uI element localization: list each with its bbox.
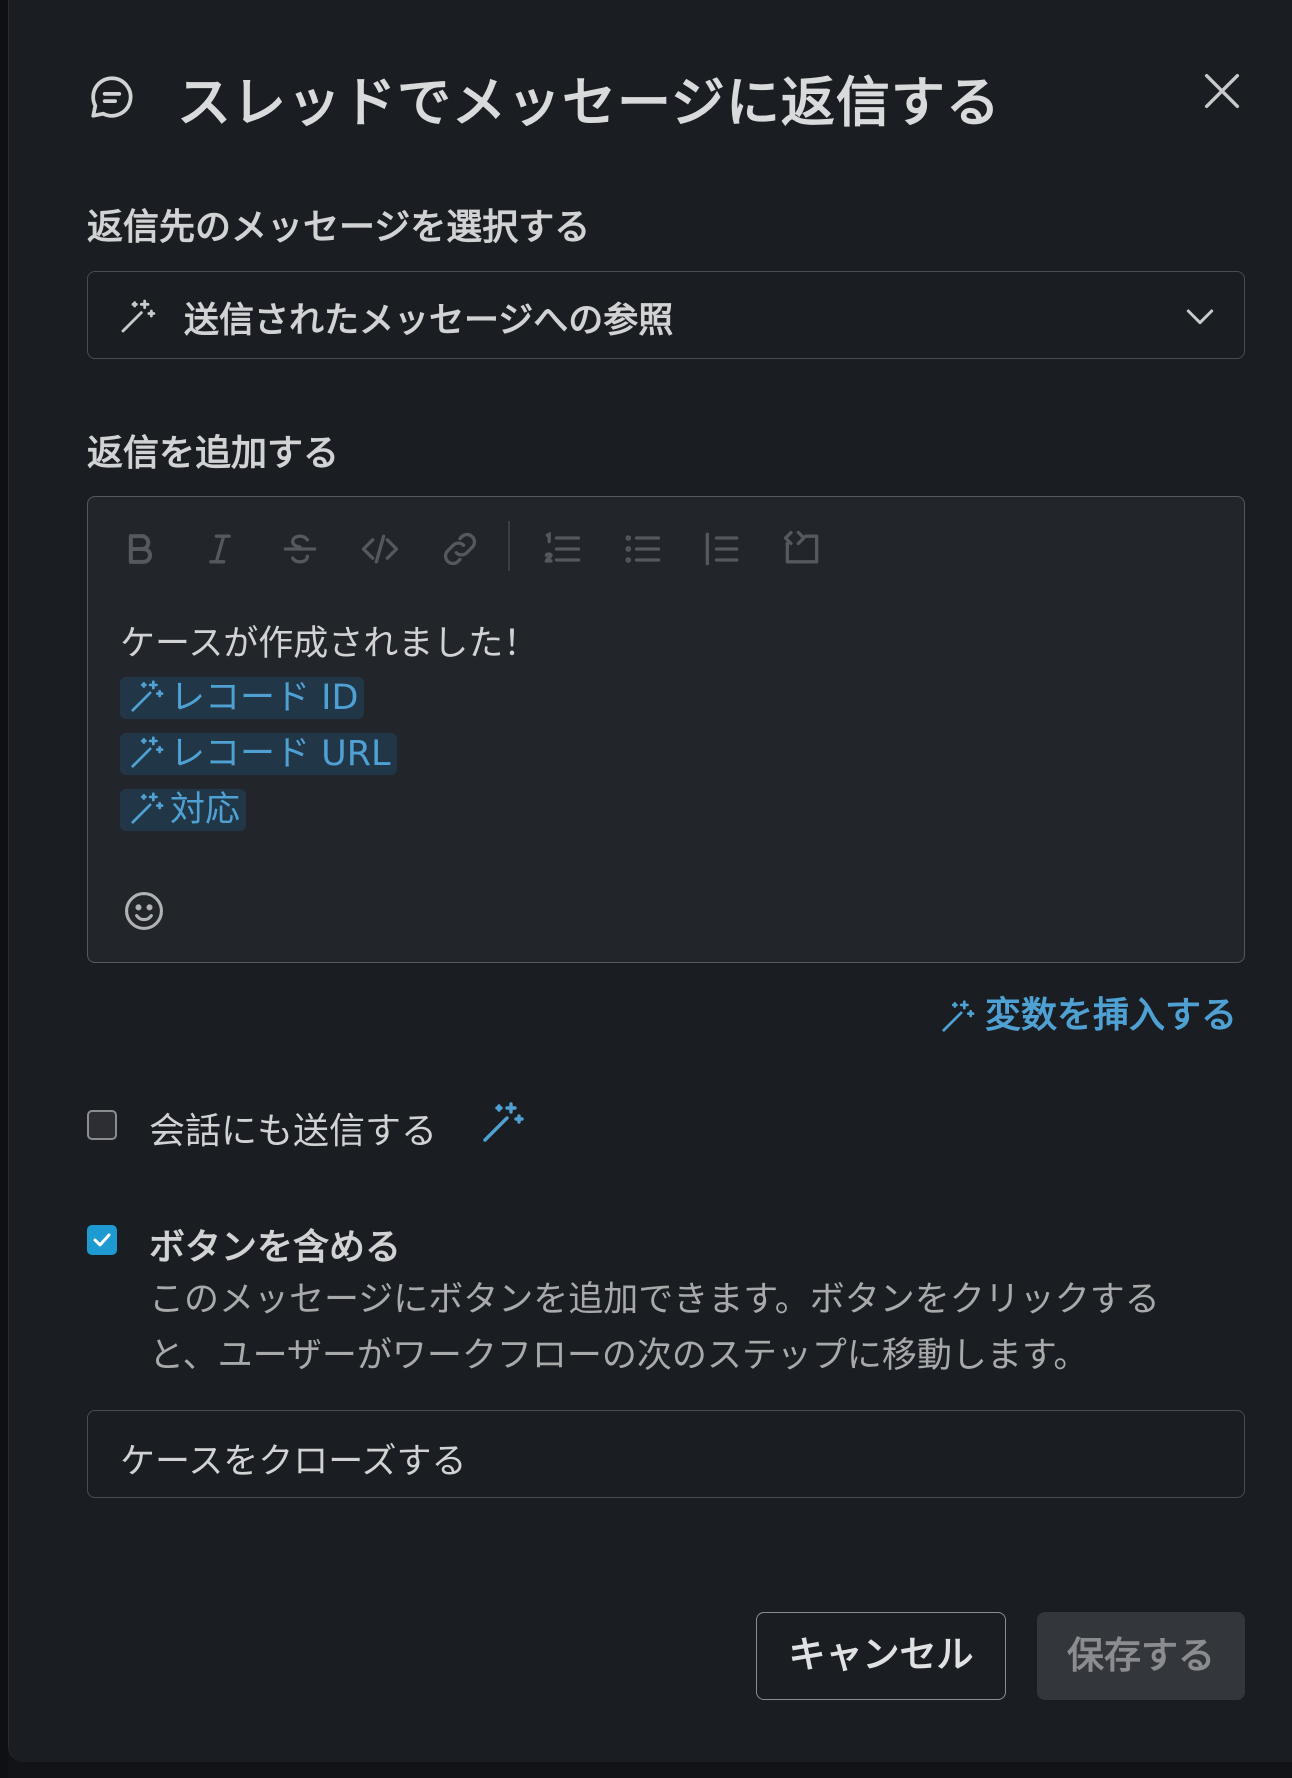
description-line: このメッセージにボタンを追加できます。ボタンをクリックする <box>149 1280 1160 1320</box>
link-icon[interactable] <box>438 527 482 571</box>
strikethrough-icon[interactable] <box>278 527 322 571</box>
save-button[interactable]: 保存する <box>1037 1612 1245 1700</box>
magic-wand-icon <box>131 680 164 712</box>
close-icon[interactable] <box>1199 68 1245 114</box>
magic-wand-icon <box>942 1000 975 1032</box>
italic-icon[interactable] <box>198 527 242 571</box>
reply-in-thread-dialog: スレッドでメッセージに返信する 返信先のメッセージを選択する 送信されたメッセー… <box>8 0 1292 1762</box>
variable-token-record-id[interactable]: レコード ID <box>120 677 365 719</box>
description-line: と、ユーザーがワークフローの次のステップに移動します。 <box>149 1336 1089 1376</box>
emoji-icon[interactable] <box>122 889 166 933</box>
select-message-label: 返信先のメッセージを選択する <box>87 207 591 248</box>
button-text-input[interactable]: ケースをクローズする <box>87 1410 1245 1498</box>
chevron-down-icon <box>1186 309 1214 325</box>
selected-message-value: 送信されたメッセージへの参照 <box>184 301 674 341</box>
send-to-conversation-label: 会話にも送信する <box>149 1111 438 1152</box>
magic-wand-icon <box>131 736 164 768</box>
checkmark-icon <box>93 1233 111 1247</box>
code-block-icon[interactable] <box>780 527 824 571</box>
reply-editor[interactable]: ケースが作成されました！ レコード ID レコード URL 対応 <box>87 496 1245 963</box>
token-label: レコード URL <box>170 734 391 774</box>
include-button-checkbox[interactable] <box>87 1225 117 1255</box>
toolbar-divider <box>508 521 510 571</box>
magic-wand-icon <box>121 299 156 333</box>
bullet-list-icon[interactable] <box>620 527 664 571</box>
ordered-list-icon[interactable] <box>540 527 584 571</box>
insert-variable-label: 変数を挿入する <box>984 995 1237 1036</box>
thread-bubble-icon <box>91 76 133 118</box>
message-select[interactable]: 送信されたメッセージへの参照 <box>87 271 1245 359</box>
send-to-conversation-checkbox[interactable] <box>87 1110 117 1140</box>
variable-token-response[interactable]: 対応 <box>120 789 247 831</box>
insert-variable-link[interactable]: 変数を挿入する <box>939 986 1237 1038</box>
variable-token-record-url[interactable]: レコード URL <box>120 733 397 775</box>
cancel-button[interactable]: キャンセル <box>756 1612 1006 1700</box>
button-text-value: ケースをクローズする <box>120 1442 467 1482</box>
include-button-label: ボタンを含める <box>149 1227 402 1268</box>
dialog-title: スレッドでメッセージに返信する <box>177 71 1001 134</box>
add-reply-label: 返信を追加する <box>87 433 340 474</box>
reply-text: ケースが作成されました！ <box>120 624 539 664</box>
bold-icon[interactable] <box>118 527 162 571</box>
magic-wand-icon <box>131 792 164 824</box>
token-label: レコード ID <box>170 678 359 718</box>
background-edge <box>0 0 8 1778</box>
token-label: 対応 <box>170 790 241 830</box>
include-button-description: このメッセージにボタンを追加できます。ボタンをクリックする と、ユーザーがワーク… <box>149 1272 1249 1384</box>
code-icon[interactable] <box>358 527 402 571</box>
blockquote-icon[interactable] <box>700 527 744 571</box>
magic-wand-icon[interactable] <box>479 1098 527 1146</box>
